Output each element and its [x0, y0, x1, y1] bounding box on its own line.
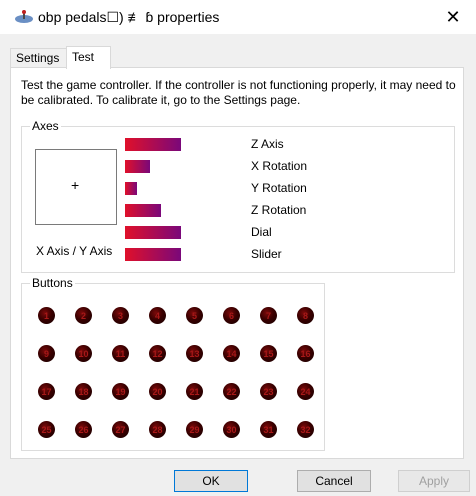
test-panel: Test the game controller. If the control…: [10, 67, 464, 459]
joystick-button: 7: [260, 307, 277, 324]
joystick-button: 18: [75, 383, 92, 400]
xy-axis-label: X Axis / Y Axis: [36, 244, 113, 258]
tab-settings[interactable]: Settings: [10, 48, 67, 68]
joystick-button: 9: [38, 345, 55, 362]
joystick-button: 14: [223, 345, 240, 362]
joystick-button: 31: [260, 421, 277, 438]
crosshair-marker: +: [71, 177, 80, 193]
joystick-button: 19: [112, 383, 129, 400]
test-description: Test the game controller. If the control…: [21, 78, 456, 107]
axis-label: Slider: [251, 247, 282, 261]
title-bar: obp pedals☐) ≢ ɓ properties ✕: [0, 0, 476, 34]
buttons-group: Buttons 1 2 3 4 5 6 7 8 9 10 11 12 13 14 15 16 17 18 19 20 2…: [21, 276, 325, 451]
axes-group-label: Axes: [30, 119, 61, 133]
joystick-button: 24: [297, 383, 314, 400]
axis-label: Z Axis: [251, 137, 284, 151]
joystick-button: 28: [149, 421, 166, 438]
joystick-button: 17: [38, 383, 55, 400]
joystick-button: 3: [112, 307, 129, 324]
joystick-button: 5: [186, 307, 203, 324]
joystick-icon: [15, 10, 33, 23]
joystick-button: 10: [75, 345, 92, 362]
joystick-button: 20: [149, 383, 166, 400]
axis-bar-y-rotation: [125, 182, 137, 195]
ok-button[interactable]: OK: [174, 470, 248, 492]
joystick-button: 21: [186, 383, 203, 400]
cancel-button[interactable]: Cancel: [297, 470, 371, 492]
axis-label: Z Rotation: [251, 203, 307, 217]
joystick-button: 8: [297, 307, 314, 324]
joystick-button: 30: [223, 421, 240, 438]
close-button[interactable]: ✕: [430, 0, 476, 34]
joystick-button: 32: [297, 421, 314, 438]
joystick-button: 29: [186, 421, 203, 438]
axis-label: Dial: [251, 225, 272, 239]
axis-bar-z-rotation: [125, 204, 161, 217]
joystick-button: 22: [223, 383, 240, 400]
axis-bar-z-axis: [125, 138, 181, 151]
axis-label: Y Rotation: [251, 181, 307, 195]
joystick-button: 16: [297, 345, 314, 362]
joystick-button: 12: [149, 345, 166, 362]
joystick-button: 11: [112, 345, 129, 362]
window-title: obp pedals☐) ≢ ɓ properties: [38, 9, 220, 25]
close-icon: ✕: [445, 6, 461, 27]
axis-label: X Rotation: [251, 159, 308, 173]
axes-group: Axes + X Axis / Y Axis Z Axis X Rotation Y…: [21, 119, 455, 273]
joystick-button: 1: [38, 307, 55, 324]
joystick-button: 13: [186, 345, 203, 362]
joystick-button: 27: [112, 421, 129, 438]
buttons-group-label: Buttons: [30, 276, 75, 290]
xy-axis-display: +: [35, 149, 117, 225]
joystick-button: 23: [260, 383, 277, 400]
joystick-button: 25: [38, 421, 55, 438]
axis-bar-dial: [125, 226, 181, 239]
joystick-button: 4: [149, 307, 166, 324]
tab-test[interactable]: Test: [66, 46, 111, 69]
joystick-button: 15: [260, 345, 277, 362]
joystick-button: 2: [75, 307, 92, 324]
axis-bar-x-rotation: [125, 160, 150, 173]
joystick-button: 6: [223, 307, 240, 324]
joystick-button: 26: [75, 421, 92, 438]
apply-button[interactable]: Apply: [398, 470, 470, 492]
axis-bar-slider: [125, 248, 181, 261]
